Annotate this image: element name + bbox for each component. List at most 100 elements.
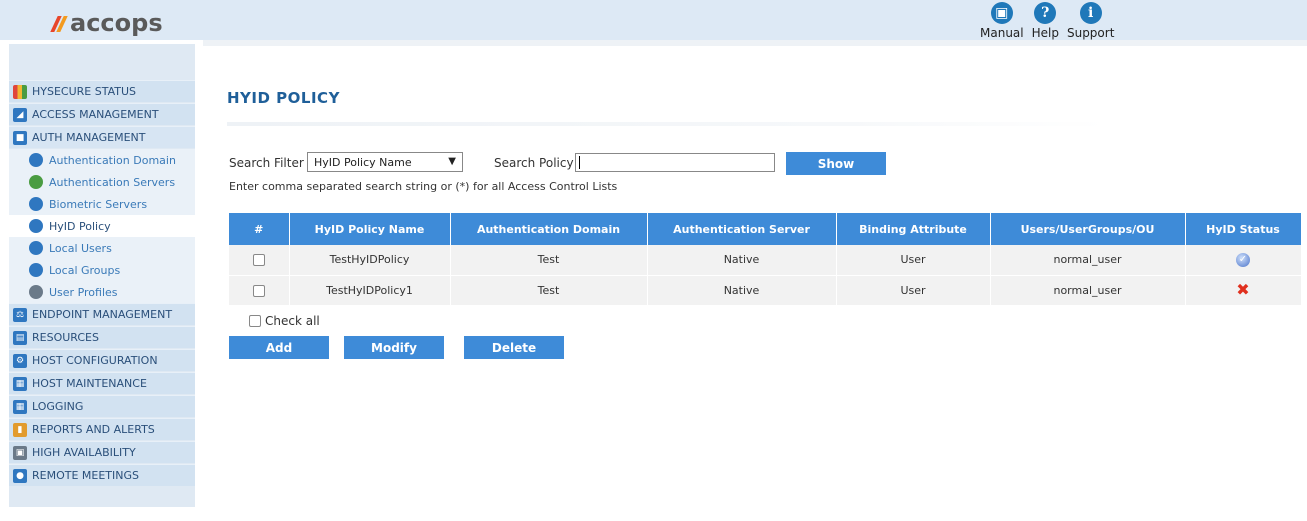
sidebar-subitem-authentication-servers[interactable]: Authentication Servers (9, 171, 195, 193)
meeting-icon: ● (13, 468, 27, 483)
column-header-hyid-status[interactable]: HyID Status (1185, 213, 1302, 245)
manual-icon: ▣ (990, 2, 1013, 24)
sidebar-item-label: RESOURCES (32, 331, 99, 344)
check-circle-icon[interactable]: ✓ (1236, 252, 1250, 267)
text-caret (579, 156, 580, 169)
check-all-checkbox[interactable] (249, 315, 261, 327)
sidebar-item-logging[interactable]: ▦ LOGGING (9, 395, 195, 417)
grid-icon: ▣ (13, 445, 27, 460)
cart-icon: ▦ (13, 376, 27, 391)
sidebar-item-label: LOGGING (32, 400, 84, 413)
sidebar-subitem-hyid-policy[interactable]: HyID Policy (9, 215, 195, 237)
sidebar-item-host-maintenance[interactable]: ▦ HOST MAINTENANCE (9, 372, 195, 394)
binding-attribute-cell: User (836, 275, 991, 306)
column-header-auth-domain[interactable]: Authentication Domain (450, 213, 648, 245)
row-select-cell (229, 245, 290, 276)
globe-icon (29, 153, 43, 167)
users-cell: normal_user (990, 275, 1186, 306)
manual-link[interactable]: ▣ Manual (980, 2, 1024, 40)
user-icon (29, 241, 43, 255)
column-header-policy-name[interactable]: HyID Policy Name (289, 213, 451, 245)
show-button[interactable]: Show (786, 152, 886, 175)
search-hint: Enter comma separated search string or (… (229, 180, 618, 193)
sidebar-item-remote-meetings[interactable]: ● REMOTE MEETINGS (9, 464, 195, 486)
help-icon: ? (1034, 2, 1057, 24)
sidebar-item-label: HOST CONFIGURATION (32, 354, 158, 367)
sidebar-subitem-label: Biometric Servers (49, 197, 148, 211)
gear-icon: ⚙ (13, 353, 27, 368)
modify-button[interactable]: Modify (344, 336, 444, 359)
help-label: Help (1031, 26, 1059, 40)
calendar-icon: ▦ (13, 399, 27, 414)
support-label: Support (1066, 26, 1115, 40)
sidebar-item-hysecure-status[interactable]: HYSECURE STATUS (9, 80, 195, 102)
column-header-index: # (229, 213, 290, 245)
column-header-users[interactable]: Users/UserGroups/OU (990, 213, 1186, 245)
accops-logo: accops (52, 9, 163, 37)
auth-server-cell: Native (647, 245, 837, 276)
sidebar-item-endpoint-management[interactable]: ⚖ ENDPOINT MANAGEMENT (9, 303, 195, 325)
search-filter-value: HyID Policy Name (314, 155, 412, 169)
resources-icon: ▤ (13, 330, 27, 345)
lock-icon: ■ (13, 130, 27, 145)
column-header-auth-server[interactable]: Authentication Server (647, 213, 837, 245)
sidebar-container: HYSECURE STATUS ◢ ACCESS MANAGEMENT ■ AU… (0, 40, 203, 521)
sidebar-subitem-local-groups[interactable]: Local Groups (9, 259, 195, 281)
sidebar-subitem-label: Local Groups (49, 263, 121, 277)
sidebar-item-label: REPORTS AND ALERTS (32, 423, 155, 436)
row-checkbox[interactable] (252, 284, 265, 297)
sidebar-subitem-label: User Profiles (49, 285, 118, 299)
sidebar-subitem-label: HyID Policy (49, 219, 111, 233)
auth-domain-cell: Test (450, 275, 648, 306)
table-header-row: # HyID Policy Name Authentication Domain… (229, 213, 1302, 245)
table-row: TestHyIDPolicy Test Native User normal_u… (229, 245, 1302, 276)
top-header: accops ▣ Manual ? Help i Support (0, 0, 1307, 40)
auth-server-cell: Native (647, 275, 837, 306)
sidebar-item-host-configuration[interactable]: ⚙ HOST CONFIGURATION (9, 349, 195, 371)
sidebar-subitem-label: Local Users (49, 241, 112, 255)
table-row: TestHyIDPolicy1 Test Native User normal_… (229, 275, 1302, 306)
sidebar-item-access-management[interactable]: ◢ ACCESS MANAGEMENT (9, 103, 195, 125)
search-filter-select[interactable]: HyID Policy Name ▼ (307, 152, 463, 172)
sidebar-item-label: ENDPOINT MANAGEMENT (32, 308, 173, 321)
logo-text: accops (70, 9, 163, 37)
sidebar-item-high-availability[interactable]: ▣ HIGH AVAILABILITY (9, 441, 195, 463)
help-link[interactable]: ? Help (1032, 2, 1059, 40)
policy-icon (29, 219, 43, 233)
search-bar: Search Filter HyID Policy Name ▼ Search … (229, 152, 929, 176)
sidebar-item-label: AUTH MANAGEMENT (32, 131, 146, 144)
status-icon (13, 84, 27, 99)
sidebar-item-label: ACCESS MANAGEMENT (32, 108, 159, 121)
policy-name-cell[interactable]: TestHyIDPolicy1 (289, 275, 451, 306)
sidebar-item-resources[interactable]: ▤ RESOURCES (9, 326, 195, 348)
row-checkbox[interactable] (252, 254, 265, 267)
profile-icon (29, 285, 43, 299)
check-all[interactable]: Check all (249, 314, 320, 328)
biometric-icon (29, 197, 43, 211)
title-divider (227, 122, 1107, 126)
delete-button[interactable]: Delete (464, 336, 564, 359)
sidebar-subitem-label: Authentication Servers (49, 175, 176, 189)
sidebar-item-label: HYSECURE STATUS (32, 85, 137, 98)
sidebar-subitem-biometric-servers[interactable]: Biometric Servers (9, 193, 195, 215)
sidebar-subitem-label: Authentication Domain (49, 153, 176, 167)
logo-mark-icon (52, 12, 68, 34)
search-policy-label: Search Policy (494, 156, 574, 170)
sidebar-item-reports-and-alerts[interactable]: ▮ REPORTS AND ALERTS (9, 418, 195, 440)
check-all-label: Check all (265, 314, 320, 328)
sidebar-item-label: REMOTE MEETINGS (32, 469, 139, 482)
search-policy-input[interactable] (575, 153, 775, 172)
sidebar-subitem-user-profiles[interactable]: User Profiles (9, 281, 195, 303)
server-icon (29, 175, 43, 189)
sidebar-item-auth-management[interactable]: ■ AUTH MANAGEMENT (9, 126, 195, 148)
search-filter-label: Search Filter (229, 156, 304, 170)
support-link[interactable]: i Support (1067, 2, 1114, 40)
red-x-icon[interactable]: ✖ (1236, 280, 1249, 299)
sidebar-subitem-authentication-domain[interactable]: Authentication Domain (9, 149, 195, 171)
sidebar-item-label: HIGH AVAILABILITY (32, 446, 136, 459)
column-header-binding-attribute[interactable]: Binding Attribute (836, 213, 991, 245)
add-button[interactable]: Add (229, 336, 329, 359)
sidebar-subitem-local-users[interactable]: Local Users (9, 237, 195, 259)
policy-name-cell[interactable]: TestHyIDPolicy (289, 245, 451, 276)
